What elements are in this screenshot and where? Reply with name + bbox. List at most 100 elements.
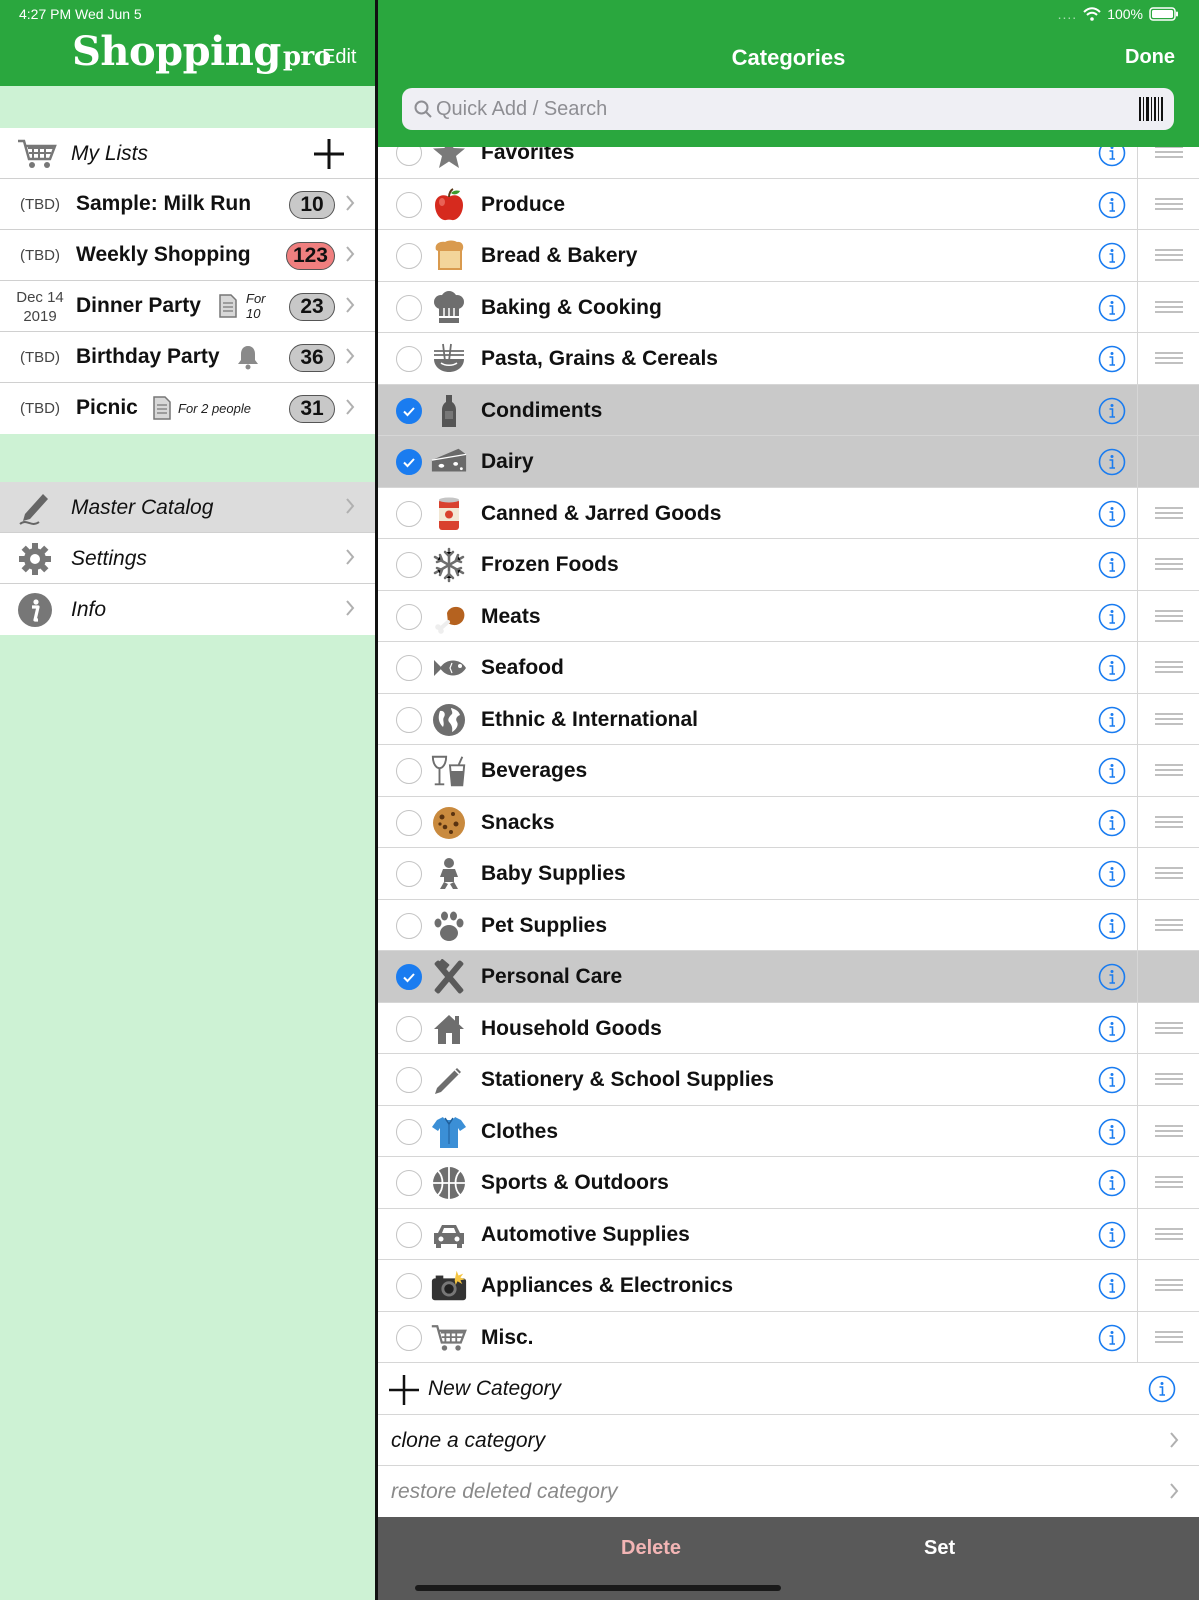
reorder-handle-icon[interactable]: [1155, 661, 1183, 676]
sidebar-item-master-catalog[interactable]: Master Catalog: [0, 482, 375, 533]
sidebar-item-settings[interactable]: Settings: [0, 533, 375, 584]
reorder-handle-icon[interactable]: [1155, 712, 1183, 728]
select-checkbox[interactable]: [396, 758, 422, 784]
reorder-handle-icon[interactable]: [1155, 1021, 1183, 1037]
category-row[interactable]: Household Goods: [378, 1002, 1199, 1054]
select-checkbox[interactable]: [396, 449, 422, 475]
search-input[interactable]: [436, 94, 1076, 124]
reorder-handle-icon[interactable]: [1155, 1279, 1183, 1294]
info-icon[interactable]: [1098, 1169, 1126, 1202]
category-row[interactable]: Seafood: [378, 642, 1199, 694]
reorder-handle-icon[interactable]: [1155, 352, 1183, 367]
reorder-handle-icon[interactable]: [1155, 1176, 1183, 1191]
info-icon[interactable]: [1098, 551, 1126, 584]
category-row[interactable]: Frozen Foods: [378, 539, 1199, 591]
info-icon[interactable]: [1098, 654, 1126, 687]
list-item[interactable]: (TBD) Sample: Milk Run 10: [0, 179, 375, 230]
reorder-handle-icon[interactable]: [1155, 815, 1183, 831]
select-checkbox[interactable]: [396, 1273, 422, 1299]
select-checkbox[interactable]: [396, 294, 422, 321]
clone-category-row[interactable]: clone a category: [378, 1415, 1199, 1466]
reorder-handle-icon[interactable]: [1155, 1073, 1183, 1088]
reorder-handle-icon[interactable]: [1155, 197, 1183, 213]
info-icon[interactable]: [1098, 397, 1126, 430]
category-row[interactable]: Condiments: [378, 384, 1199, 436]
select-checkbox[interactable]: [396, 1015, 422, 1042]
reorder-handle-icon[interactable]: [1155, 1330, 1183, 1346]
info-icon[interactable]: [1098, 1066, 1126, 1099]
info-icon[interactable]: [1098, 757, 1126, 790]
barcode-scan-icon[interactable]: [1138, 96, 1164, 122]
edit-button[interactable]: Edit: [322, 46, 356, 69]
select-checkbox[interactable]: [396, 1170, 422, 1196]
add-list-button[interactable]: [312, 137, 346, 176]
select-checkbox[interactable]: [396, 1324, 422, 1351]
category-row[interactable]: Beverages: [378, 745, 1199, 797]
reorder-handle-icon[interactable]: [1155, 1124, 1183, 1140]
select-checkbox[interactable]: [396, 397, 422, 424]
reorder-handle-icon[interactable]: [1155, 146, 1183, 161]
category-row[interactable]: Bread & Bakery: [378, 230, 1199, 282]
reorder-handle-icon[interactable]: [1155, 918, 1183, 934]
reorder-handle-icon[interactable]: [1155, 506, 1183, 522]
reorder-handle-icon[interactable]: [1155, 764, 1183, 779]
category-row[interactable]: Pet Supplies: [378, 899, 1199, 951]
reorder-handle-icon[interactable]: [1155, 249, 1183, 264]
category-row[interactable]: Sports & Outdoors: [378, 1157, 1199, 1209]
select-checkbox[interactable]: [396, 603, 422, 630]
category-row[interactable]: Stationery & School Supplies: [378, 1054, 1199, 1106]
info-icon[interactable]: [1098, 706, 1126, 739]
sidebar-item-info[interactable]: Info: [0, 584, 375, 635]
reorder-handle-icon[interactable]: [1155, 300, 1183, 316]
info-icon[interactable]: [1098, 809, 1126, 842]
info-icon[interactable]: [1098, 500, 1126, 533]
select-checkbox[interactable]: [396, 243, 422, 269]
restore-category-row[interactable]: restore deleted category: [378, 1466, 1199, 1518]
list-item[interactable]: (TBD) Birthday Party 36: [0, 332, 375, 383]
reorder-handle-icon[interactable]: [1155, 867, 1183, 882]
select-checkbox[interactable]: [396, 861, 422, 887]
info-icon[interactable]: [1098, 603, 1126, 636]
info-icon[interactable]: [1098, 1324, 1126, 1357]
info-icon[interactable]: [1098, 1118, 1126, 1151]
category-row[interactable]: Canned & Jarred Goods: [378, 487, 1199, 539]
category-row[interactable]: Automotive Supplies: [378, 1208, 1199, 1260]
select-checkbox[interactable]: [396, 1221, 422, 1248]
category-row[interactable]: Appliances & Electronics: [378, 1260, 1199, 1312]
info-icon[interactable]: [1098, 448, 1126, 481]
new-category-row[interactable]: New Category: [378, 1363, 1199, 1415]
info-icon[interactable]: [1098, 191, 1126, 224]
info-icon[interactable]: [1098, 294, 1126, 327]
info-icon[interactable]: [1098, 1272, 1126, 1305]
set-button[interactable]: Set: [924, 1537, 955, 1560]
category-row[interactable]: Pasta, Grains & Cereals: [378, 333, 1199, 385]
select-checkbox[interactable]: [396, 346, 422, 372]
select-checkbox[interactable]: [396, 912, 422, 939]
select-checkbox[interactable]: [396, 809, 422, 836]
select-checkbox[interactable]: [396, 1067, 422, 1093]
list-item[interactable]: Dec 14 2019 Dinner Party For 10 23: [0, 281, 375, 332]
done-button[interactable]: Done: [1125, 46, 1175, 69]
category-row[interactable]: Misc.: [378, 1311, 1199, 1363]
list-item[interactable]: (TBD) Picnic For 2 people 31: [0, 383, 375, 434]
category-row[interactable]: Clothes: [378, 1105, 1199, 1157]
select-checkbox[interactable]: [396, 1118, 422, 1145]
info-icon[interactable]: [1098, 345, 1126, 378]
category-row[interactable]: Produce: [378, 178, 1199, 230]
category-row[interactable]: Dairy: [378, 436, 1199, 488]
info-icon[interactable]: [1098, 1015, 1126, 1048]
reorder-handle-icon[interactable]: [1155, 558, 1183, 573]
select-checkbox[interactable]: [396, 552, 422, 578]
select-checkbox[interactable]: [396, 706, 422, 733]
info-icon[interactable]: [1148, 1375, 1176, 1408]
list-item[interactable]: (TBD) Weekly Shopping 123: [0, 230, 375, 281]
select-checkbox[interactable]: [396, 964, 422, 990]
category-row[interactable]: Meats: [378, 590, 1199, 642]
category-row[interactable]: Snacks: [378, 796, 1199, 848]
reorder-handle-icon[interactable]: [1155, 1227, 1183, 1243]
category-row[interactable]: Baby Supplies: [378, 848, 1199, 900]
select-checkbox[interactable]: [396, 191, 422, 218]
info-icon[interactable]: [1098, 242, 1126, 275]
category-row[interactable]: Ethnic & International: [378, 693, 1199, 745]
info-icon[interactable]: [1098, 963, 1126, 996]
